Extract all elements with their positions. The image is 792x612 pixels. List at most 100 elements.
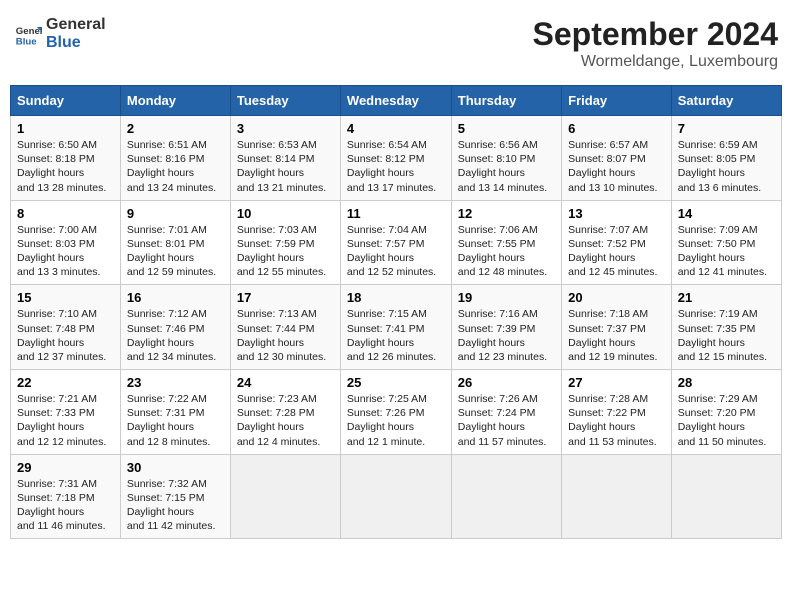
day-number: 6 [568,121,665,136]
calendar-cell: 13 Sunrise: 7:07 AMSunset: 7:52 PMDaylig… [562,200,672,285]
calendar-cell: 16 Sunrise: 7:12 AMSunset: 7:46 PMDaylig… [120,285,230,370]
day-detail: Sunrise: 7:15 AMSunset: 7:41 PMDaylight … [347,308,436,363]
weekday-header: Saturday [671,86,781,116]
weekday-header: Thursday [451,86,561,116]
day-detail: Sunrise: 6:51 AMSunset: 8:16 PMDaylight … [127,139,216,194]
day-detail: Sunrise: 7:23 AMSunset: 7:28 PMDaylight … [237,393,320,448]
day-number: 24 [237,375,334,390]
calendar-cell: 25 Sunrise: 7:25 AMSunset: 7:26 PMDaylig… [340,370,451,455]
day-detail: Sunrise: 7:04 AMSunset: 7:57 PMDaylight … [347,224,436,279]
calendar-cell: 9 Sunrise: 7:01 AMSunset: 8:01 PMDayligh… [120,200,230,285]
day-number: 3 [237,121,334,136]
day-number: 14 [678,206,775,221]
day-number: 20 [568,290,665,305]
calendar-cell: 12 Sunrise: 7:06 AMSunset: 7:55 PMDaylig… [451,200,561,285]
weekday-header: Tuesday [230,86,340,116]
day-number: 28 [678,375,775,390]
calendar-cell [230,454,340,539]
day-detail: Sunrise: 7:03 AMSunset: 7:59 PMDaylight … [237,224,326,279]
calendar-cell: 1 Sunrise: 6:50 AMSunset: 8:18 PMDayligh… [11,116,121,201]
calendar-cell: 22 Sunrise: 7:21 AMSunset: 7:33 PMDaylig… [11,370,121,455]
calendar-cell: 8 Sunrise: 7:00 AMSunset: 8:03 PMDayligh… [11,200,121,285]
weekday-header: Monday [120,86,230,116]
day-detail: Sunrise: 7:18 AMSunset: 7:37 PMDaylight … [568,308,657,363]
day-detail: Sunrise: 7:06 AMSunset: 7:55 PMDaylight … [458,224,547,279]
calendar-cell: 7 Sunrise: 6:59 AMSunset: 8:05 PMDayligh… [671,116,781,201]
day-number: 30 [127,460,224,475]
title-area: September 2024 Wormeldange, Luxembourg [533,16,778,71]
day-detail: Sunrise: 7:01 AMSunset: 8:01 PMDaylight … [127,224,216,279]
calendar-cell [451,454,561,539]
day-number: 7 [678,121,775,136]
day-detail: Sunrise: 7:26 AMSunset: 7:24 PMDaylight … [458,393,547,448]
day-detail: Sunrise: 6:59 AMSunset: 8:05 PMDaylight … [678,139,761,194]
day-detail: Sunrise: 7:10 AMSunset: 7:48 PMDaylight … [17,308,106,363]
day-number: 26 [458,375,555,390]
day-number: 2 [127,121,224,136]
day-number: 23 [127,375,224,390]
day-number: 29 [17,460,114,475]
day-detail: Sunrise: 7:09 AMSunset: 7:50 PMDaylight … [678,224,767,279]
weekday-header: Wednesday [340,86,451,116]
day-detail: Sunrise: 7:22 AMSunset: 7:31 PMDaylight … [127,393,210,448]
calendar-cell: 19 Sunrise: 7:16 AMSunset: 7:39 PMDaylig… [451,285,561,370]
calendar-cell [562,454,672,539]
logo-icon: General Blue [14,20,42,48]
day-detail: Sunrise: 7:28 AMSunset: 7:22 PMDaylight … [568,393,657,448]
day-number: 13 [568,206,665,221]
calendar-cell [340,454,451,539]
day-number: 27 [568,375,665,390]
calendar-cell: 10 Sunrise: 7:03 AMSunset: 7:59 PMDaylig… [230,200,340,285]
day-number: 5 [458,121,555,136]
calendar-cell [671,454,781,539]
day-detail: Sunrise: 7:16 AMSunset: 7:39 PMDaylight … [458,308,547,363]
day-detail: Sunrise: 6:50 AMSunset: 8:18 PMDaylight … [17,139,106,194]
weekday-header: Friday [562,86,672,116]
day-detail: Sunrise: 7:12 AMSunset: 7:46 PMDaylight … [127,308,216,363]
day-detail: Sunrise: 7:29 AMSunset: 7:20 PMDaylight … [678,393,767,448]
calendar-cell: 3 Sunrise: 6:53 AMSunset: 8:14 PMDayligh… [230,116,340,201]
page-header: General Blue General Blue September 2024… [10,10,782,77]
calendar-cell: 27 Sunrise: 7:28 AMSunset: 7:22 PMDaylig… [562,370,672,455]
day-detail: Sunrise: 6:57 AMSunset: 8:07 PMDaylight … [568,139,657,194]
calendar-cell: 6 Sunrise: 6:57 AMSunset: 8:07 PMDayligh… [562,116,672,201]
month-title: September 2024 [533,16,778,53]
calendar-cell: 4 Sunrise: 6:54 AMSunset: 8:12 PMDayligh… [340,116,451,201]
day-number: 16 [127,290,224,305]
calendar-cell: 14 Sunrise: 7:09 AMSunset: 7:50 PMDaylig… [671,200,781,285]
weekday-header: Sunday [11,86,121,116]
calendar-cell: 20 Sunrise: 7:18 AMSunset: 7:37 PMDaylig… [562,285,672,370]
day-number: 21 [678,290,775,305]
svg-text:Blue: Blue [16,36,37,47]
calendar-cell: 29 Sunrise: 7:31 AMSunset: 7:18 PMDaylig… [11,454,121,539]
day-number: 19 [458,290,555,305]
day-number: 4 [347,121,445,136]
logo-general: General [46,16,106,33]
calendar-cell: 17 Sunrise: 7:13 AMSunset: 7:44 PMDaylig… [230,285,340,370]
calendar-cell: 26 Sunrise: 7:26 AMSunset: 7:24 PMDaylig… [451,370,561,455]
calendar-cell: 30 Sunrise: 7:32 AMSunset: 7:15 PMDaylig… [120,454,230,539]
calendar-cell: 23 Sunrise: 7:22 AMSunset: 7:31 PMDaylig… [120,370,230,455]
day-number: 18 [347,290,445,305]
calendar-cell: 28 Sunrise: 7:29 AMSunset: 7:20 PMDaylig… [671,370,781,455]
day-number: 17 [237,290,334,305]
day-number: 1 [17,121,114,136]
day-detail: Sunrise: 7:31 AMSunset: 7:18 PMDaylight … [17,478,106,533]
calendar-cell: 11 Sunrise: 7:04 AMSunset: 7:57 PMDaylig… [340,200,451,285]
calendar-cell: 18 Sunrise: 7:15 AMSunset: 7:41 PMDaylig… [340,285,451,370]
day-number: 9 [127,206,224,221]
logo: General Blue General Blue [14,16,106,51]
location-subtitle: Wormeldange, Luxembourg [533,53,778,71]
day-detail: Sunrise: 6:54 AMSunset: 8:12 PMDaylight … [347,139,436,194]
day-number: 22 [17,375,114,390]
calendar-table: SundayMondayTuesdayWednesdayThursdayFrid… [10,85,782,539]
day-number: 12 [458,206,555,221]
calendar-cell: 15 Sunrise: 7:10 AMSunset: 7:48 PMDaylig… [11,285,121,370]
calendar-cell: 24 Sunrise: 7:23 AMSunset: 7:28 PMDaylig… [230,370,340,455]
calendar-cell: 5 Sunrise: 6:56 AMSunset: 8:10 PMDayligh… [451,116,561,201]
day-detail: Sunrise: 7:19 AMSunset: 7:35 PMDaylight … [678,308,767,363]
calendar-cell: 21 Sunrise: 7:19 AMSunset: 7:35 PMDaylig… [671,285,781,370]
day-detail: Sunrise: 7:07 AMSunset: 7:52 PMDaylight … [568,224,657,279]
day-detail: Sunrise: 6:53 AMSunset: 8:14 PMDaylight … [237,139,326,194]
day-number: 8 [17,206,114,221]
